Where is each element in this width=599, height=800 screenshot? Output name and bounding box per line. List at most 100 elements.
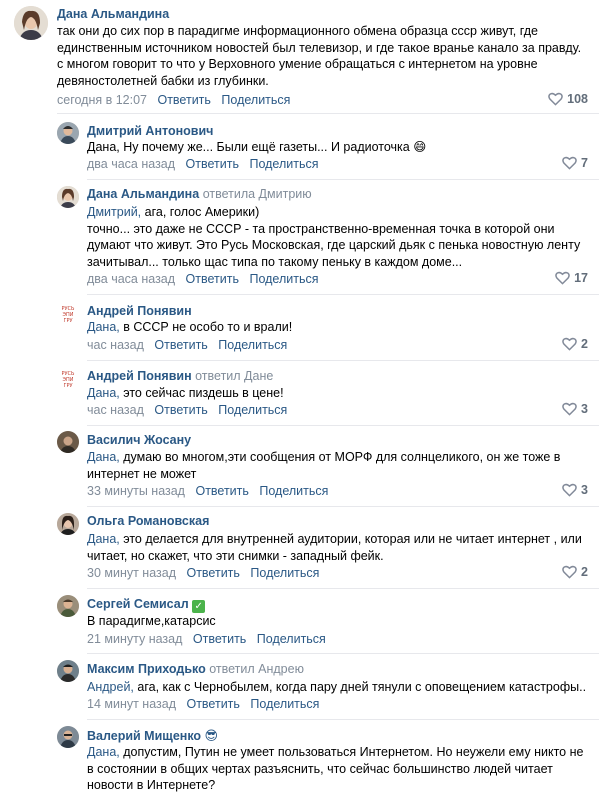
comment-author[interactable]: Сергей Семисал ✓	[87, 597, 206, 613]
avatar[interactable]	[57, 431, 79, 453]
comment-author[interactable]: Дана Альмандина ответила Дмитрию	[87, 187, 312, 201]
comment-text: Дана, в СССР не особо то и врали!	[87, 319, 292, 336]
comment-author[interactable]: Максим Приходько ответил Андрею	[87, 662, 304, 676]
addressee-link[interactable]: Дана,	[87, 386, 120, 400]
share-button[interactable]: Поделиться	[218, 338, 287, 352]
like-button[interactable]: 2	[562, 337, 588, 351]
comment-body: это сейчас пиздешь в цене!	[119, 386, 284, 400]
comment-author[interactable]: Валерий Мищенко 😎	[87, 728, 218, 744]
reply-button[interactable]: Ответить	[186, 272, 239, 286]
reply-button[interactable]: Ответить	[193, 632, 246, 646]
comment-author[interactable]: Андрей Понявин	[87, 304, 192, 318]
author-name[interactable]: Дана Альмандина	[87, 187, 199, 201]
author-name[interactable]: Андрей Понявин	[87, 304, 192, 318]
author-name[interactable]: Андрей Понявин	[87, 369, 192, 383]
avatar[interactable]	[57, 726, 79, 748]
share-button[interactable]: Поделиться	[250, 566, 319, 580]
comment-text: Дана, Ну почему же... Были ещё газеты...…	[87, 140, 427, 154]
like-count: 3	[581, 483, 588, 497]
comment-meta: час назад Ответить Поделиться	[87, 403, 294, 417]
addressee-link[interactable]: Дмитрий,	[87, 205, 141, 219]
comment-time[interactable]: сегодня в 12:07	[57, 93, 147, 107]
reply-button[interactable]: Ответить	[154, 338, 207, 352]
share-button[interactable]: Поделиться	[249, 157, 318, 171]
avatar[interactable]	[57, 186, 79, 208]
avatar[interactable]	[57, 595, 79, 617]
like-count: 7	[581, 156, 588, 170]
comment-time[interactable]: 30 минут назад	[87, 566, 176, 580]
like-count: 2	[581, 565, 588, 579]
share-button[interactable]: Поделиться	[218, 403, 287, 417]
comment-time[interactable]: два часа назад	[87, 157, 175, 171]
comment-time[interactable]: два часа назад	[87, 272, 175, 286]
share-button[interactable]: Поделиться	[257, 632, 326, 646]
avatar[interactable]	[57, 513, 79, 535]
avatar[interactable]: РУСЬ ЭПИ ГРУ	[57, 302, 79, 324]
svg-text:ГРУ: ГРУ	[63, 318, 72, 324]
comment-time[interactable]: 21 минуту назад	[87, 632, 182, 646]
like-button[interactable]: 2	[562, 565, 588, 579]
comment-text: В парадигме,катарсис	[87, 614, 216, 628]
like-count: 2	[581, 337, 588, 351]
avatar[interactable]: РУСЬ ЭПИ ГРУ	[57, 367, 79, 389]
avatar[interactable]	[14, 6, 48, 40]
comment-text: Дана, это сейчас пиздешь в цене!	[87, 385, 284, 402]
author-name[interactable]: Дана Альмандина	[57, 7, 169, 21]
reply-button[interactable]: Ответить	[186, 697, 239, 711]
comment-meta: 14 минут назад Ответить Поделиться	[87, 697, 326, 711]
addressee-link[interactable]: Дана,	[87, 532, 120, 546]
addressee-link[interactable]: Дана,	[87, 745, 120, 759]
divider	[87, 588, 599, 589]
divider	[87, 719, 599, 720]
comment-text: Дмитрий, ага, голос Америки) точно... эт…	[87, 204, 580, 270]
divider	[87, 294, 599, 295]
author-name[interactable]: Василич Жосану	[87, 433, 191, 447]
comment-author[interactable]: Ольга Романовская	[87, 514, 209, 528]
comment-text: Дана, это делается для внутренней аудито…	[87, 531, 582, 564]
reply-to-label[interactable]: ответил Андрею	[209, 662, 304, 676]
svg-text:ГРУ: ГРУ	[63, 383, 72, 389]
author-name[interactable]: Дмитрий Антонович	[87, 124, 213, 138]
author-name[interactable]: Сергей Семисал	[87, 597, 189, 611]
author-name[interactable]: Ольга Романовская	[87, 514, 209, 528]
reply-button[interactable]: Ответить	[186, 157, 239, 171]
like-button[interactable]: 3	[562, 483, 588, 497]
share-button[interactable]: Поделиться	[249, 272, 318, 286]
like-button[interactable]: 3	[562, 402, 588, 416]
comment-body: допустим, Путин не умеет пользоваться Ин…	[87, 745, 584, 792]
comment-time[interactable]: час назад	[87, 338, 144, 352]
comment-time[interactable]: час назад	[87, 403, 144, 417]
addressee-link[interactable]: Дана,	[87, 320, 120, 334]
share-button[interactable]: Поделиться	[250, 697, 319, 711]
comment-text: Дана, допустим, Путин не умеет пользоват…	[87, 744, 583, 794]
comment-author[interactable]: Андрей Понявин ответил Дане	[87, 369, 273, 383]
comment-author[interactable]: Дана Альмандина	[57, 7, 169, 21]
comment-meta: 21 минуту назад Ответить Поделиться	[87, 632, 333, 646]
like-button[interactable]: 108	[548, 92, 588, 106]
share-button[interactable]: Поделиться	[221, 93, 290, 107]
reply-button[interactable]: Ответить	[195, 484, 248, 498]
share-button[interactable]: Поделиться	[259, 484, 328, 498]
comment-meta: 33 минуты назад Ответить Поделиться	[87, 484, 335, 498]
author-name[interactable]: Максим Приходько	[87, 662, 206, 676]
comment-body: это делается для внутренней аудитории, к…	[87, 532, 582, 563]
avatar[interactable]	[57, 660, 79, 682]
verified-check-icon: ✓	[192, 600, 206, 613]
like-button[interactable]: 17	[555, 271, 588, 285]
heart-icon	[555, 271, 570, 285]
comment-body: ага, как с Чернобылем, когда пару дней т…	[133, 680, 587, 694]
reply-button[interactable]: Ответить	[186, 566, 239, 580]
comment-time[interactable]: 14 минут назад	[87, 697, 176, 711]
addressee-link[interactable]: Дана,	[87, 450, 120, 464]
author-name[interactable]: Валерий Мищенко	[87, 729, 201, 743]
reply-to-label[interactable]: ответил Дане	[195, 369, 273, 383]
comment-author[interactable]: Дмитрий Антонович	[87, 124, 213, 138]
avatar[interactable]	[57, 122, 79, 144]
like-button[interactable]: 7	[562, 156, 588, 170]
reply-button[interactable]: Ответить	[157, 93, 210, 107]
reply-button[interactable]: Ответить	[154, 403, 207, 417]
comment-author[interactable]: Василич Жосану	[87, 433, 191, 447]
addressee-link[interactable]: Андрей,	[87, 680, 134, 694]
reply-to-label[interactable]: ответила Дмитрию	[203, 187, 312, 201]
comment-time[interactable]: 33 минуты назад	[87, 484, 185, 498]
